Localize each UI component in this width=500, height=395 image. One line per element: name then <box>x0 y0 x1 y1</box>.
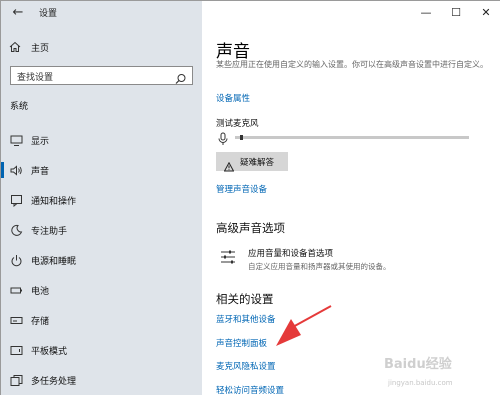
tablet-icon <box>10 344 23 357</box>
sidebar-item-label: 平板模式 <box>31 346 68 357</box>
speaker-icon <box>10 164 23 177</box>
home-icon <box>9 41 21 53</box>
advanced-sound-heading: 高级声音选项 <box>216 221 285 235</box>
watermark-main: Baidu经验 <box>384 357 452 372</box>
app-volume-description: 自定义应用音量和扬声器或其使用的设备。 <box>248 262 391 271</box>
sidebar-item-label: 声音 <box>31 166 50 177</box>
sidebar-item-label: 通知和操作 <box>31 196 77 207</box>
home-nav[interactable]: 主页 <box>9 40 49 54</box>
title-bar: ← 设置 <box>1 1 202 25</box>
sidebar-item-notifications[interactable]: 通知和操作 <box>1 189 202 211</box>
related-link-bluetooth[interactable]: 蓝牙和其他设备 <box>216 313 276 325</box>
page-description: 某些应用正在使用自定义的输入设置。你可以在高级声音设置中进行自定义。 <box>216 60 488 69</box>
sidebar-item-battery[interactable]: 电池 <box>1 279 202 301</box>
sidebar-item-label: 电池 <box>31 286 50 297</box>
watermark-sub: jingyan.baidu.com <box>388 379 453 387</box>
test-mic-label: 测试麦克风 <box>216 119 259 129</box>
sidebar-item-focus-assist[interactable]: 专注助手 <box>1 219 202 241</box>
power-icon <box>10 254 23 267</box>
mic-level-meter <box>235 136 469 139</box>
sidebar-item-power[interactable]: 电源和睡眠 <box>1 249 202 271</box>
warning-icon <box>223 157 235 171</box>
minimize-button[interactable]: — <box>411 1 441 23</box>
maximize-button[interactable]: ☐ <box>441 1 471 23</box>
back-arrow-icon[interactable]: ← <box>10 5 26 21</box>
sidebar-item-label: 多任务处理 <box>31 376 77 387</box>
moon-icon <box>10 224 23 237</box>
manage-sound-devices-link[interactable]: 管理声音设备 <box>216 183 267 195</box>
related-link-mic-privacy[interactable]: 麦克风隐私设置 <box>216 360 276 372</box>
microphone-icon <box>217 131 229 145</box>
sidebar-item-sound[interactable]: 声音 <box>1 159 202 181</box>
app-volume-preferences[interactable]: 应用音量和设备首选项 自定义应用音量和扬声器或其使用的设备。 <box>216 246 486 276</box>
active-indicator <box>1 162 4 178</box>
related-link-sound-control-panel[interactable]: 声音控制面板 <box>216 337 267 349</box>
search-icon[interactable] <box>175 70 187 84</box>
sidebar-item-label: 专注助手 <box>31 226 68 237</box>
device-properties-link[interactable]: 设备属性 <box>216 92 250 104</box>
sidebar-item-multitasking[interactable]: 多任务处理 <box>1 369 202 391</box>
multitask-icon <box>10 374 23 387</box>
home-label: 主页 <box>31 43 50 54</box>
window-controls: — ☐ ✕ <box>411 1 500 23</box>
sidebar: ← 设置 主页 查找设置 系统 显示 声音 通知和操作 专注助手 电源和睡眠 电… <box>1 1 202 395</box>
search-placeholder: 查找设置 <box>17 73 54 83</box>
section-label-system: 系统 <box>10 102 29 112</box>
notification-icon <box>10 194 23 207</box>
close-button[interactable]: ✕ <box>471 1 500 23</box>
search-input[interactable]: 查找设置 <box>10 66 193 85</box>
app-volume-title: 应用音量和设备首选项 <box>248 249 334 259</box>
main-content: — ☐ ✕ 声音 某些应用正在使用自定义的输入设置。你可以在高级声音设置中进行自… <box>202 1 500 395</box>
mic-level-indicator <box>240 135 243 140</box>
troubleshoot-label: 疑难解答 <box>240 157 275 168</box>
sidebar-item-storage[interactable]: 存储 <box>1 309 202 331</box>
baidu-watermark: Baidu经验 jingyan.baidu.com <box>384 353 499 393</box>
settings-window: ← 设置 主页 查找设置 系统 显示 声音 通知和操作 专注助手 电源和睡眠 电… <box>0 0 500 395</box>
sidebar-item-label: 存储 <box>31 316 50 327</box>
sidebar-item-display[interactable]: 显示 <box>1 129 202 151</box>
related-settings-heading: 相关的设置 <box>216 292 274 306</box>
display-icon <box>10 134 23 147</box>
mixer-icon <box>220 249 236 265</box>
app-title: 设置 <box>39 9 58 19</box>
sidebar-item-label: 电源和睡眠 <box>31 256 77 267</box>
troubleshoot-button[interactable]: 疑难解答 <box>216 152 288 171</box>
sidebar-item-label: 显示 <box>31 136 50 147</box>
battery-icon <box>10 284 23 297</box>
sidebar-item-tablet-mode[interactable]: 平板模式 <box>1 339 202 361</box>
related-link-ease-of-access-audio[interactable]: 轻松访问音频设置 <box>216 384 284 395</box>
storage-icon <box>10 314 23 327</box>
